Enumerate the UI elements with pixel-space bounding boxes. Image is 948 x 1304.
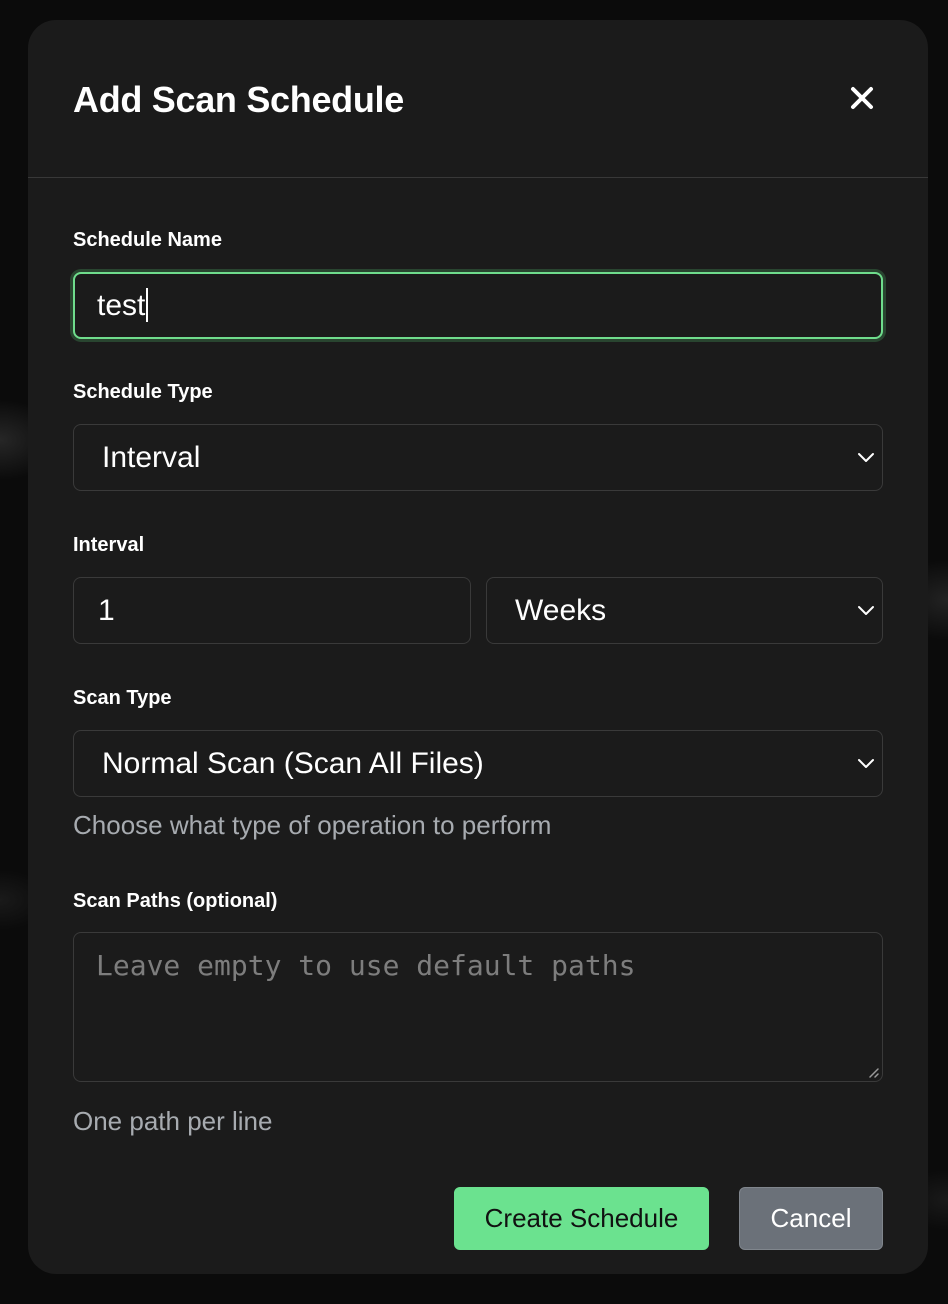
create-schedule-button[interactable]: Create Schedule [454,1187,709,1250]
schedule-name-value: test [97,289,146,322]
chevron-down-icon [858,453,874,462]
scan-paths-label: Scan Paths (optional) [73,890,278,912]
chevron-down-icon [858,606,874,615]
scan-type-label: Scan Type [73,687,172,709]
text-caret [146,288,149,323]
scan-type-help-text: Choose what type of operation to perform [73,810,552,840]
add-scan-schedule-dialog: Add Scan Schedule Schedule Name test Sch… [28,20,928,1274]
interval-unit-select[interactable]: Weeks [486,577,883,644]
dialog-header: Add Scan Schedule [28,20,928,178]
interval-unit-value: Weeks [515,594,607,627]
scan-type-select[interactable]: Normal Scan (Scan All Files) [73,730,883,797]
close-icon [851,87,873,109]
interval-value-input[interactable]: 1 [73,577,471,644]
chevron-down-icon [858,759,874,768]
schedule-type-value: Interval [102,441,201,474]
scan-paths-placeholder: Leave empty to use default paths [96,949,636,982]
schedule-type-select[interactable]: Interval [73,424,883,491]
close-button[interactable] [842,78,882,118]
cancel-button[interactable]: Cancel [739,1187,883,1250]
scan-paths-textarea[interactable]: Leave empty to use default paths [73,932,883,1082]
interval-value: 1 [98,594,115,627]
interval-label: Interval [73,534,145,556]
scan-paths-help-text: One path per line [73,1106,273,1136]
dialog-title: Add Scan Schedule [73,79,404,120]
scan-type-value: Normal Scan (Scan All Files) [102,747,484,780]
resize-handle-icon[interactable] [866,1065,880,1079]
schedule-name-label: Schedule Name [73,229,222,251]
schedule-type-label: Schedule Type [73,381,213,403]
schedule-name-input[interactable]: test [73,272,883,339]
